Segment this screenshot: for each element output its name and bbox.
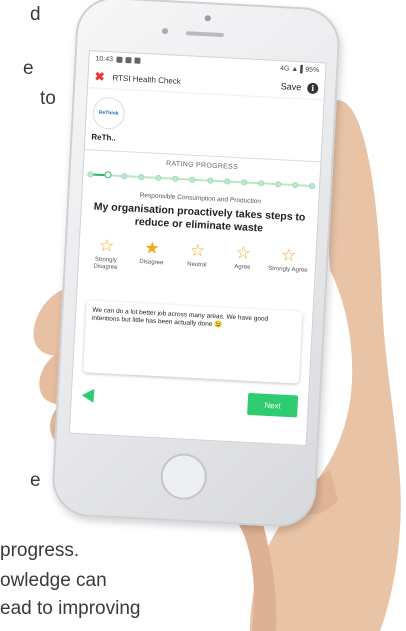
camera-icon (204, 15, 211, 22)
star-icon: ☆ (189, 240, 206, 261)
rating-label: Disagree (139, 259, 164, 267)
phone-screen: 10:43 4G ▲ ▌95% ✖ RTSI Health Check Save… (68, 50, 327, 447)
front-camera-icon (161, 27, 169, 35)
rating-option-neutral[interactable]: ☆ Neutral (174, 241, 220, 277)
notification-icon (124, 57, 132, 64)
progress-step (240, 179, 248, 186)
save-button[interactable]: Save (281, 81, 302, 92)
progress-step (308, 182, 316, 190)
progress-step (121, 172, 128, 180)
rating-label: Strongly Disagree (93, 256, 118, 271)
phone-device: 10:43 4G ▲ ▌95% ✖ RTSI Health Check Save… (50, 0, 342, 529)
progress-step (291, 181, 299, 189)
home-button[interactable] (159, 452, 208, 501)
rating-option-agree[interactable]: ☆ Agree (220, 243, 266, 279)
progress-step (138, 173, 145, 181)
star-icon: ☆ (280, 245, 297, 266)
rating-option-strongly-agree[interactable]: ☆ Strongly Agree (265, 245, 311, 282)
rating-option-disagree[interactable]: ★ Disagree (129, 238, 175, 275)
rating-label: Strongly Agree (268, 265, 308, 274)
next-button[interactable]: Next (247, 392, 299, 418)
speaker-grille (185, 31, 225, 38)
star-icon: ☆ (98, 235, 115, 256)
progress-step (172, 175, 179, 182)
organisation-logo: ReThink (91, 96, 126, 131)
progress-step-current (104, 171, 112, 179)
comment-textarea[interactable]: We can do a lot better job across many a… (83, 300, 302, 383)
info-icon[interactable]: i (306, 82, 319, 94)
back-arrow-icon[interactable] (81, 388, 95, 403)
app-title: RTSI Health Check (112, 72, 182, 86)
status-signal-battery: 4G ▲ ▌95% (279, 64, 320, 74)
rating-label: Agree (234, 264, 251, 271)
status-time: 10:43 (95, 54, 114, 63)
progress-step (206, 177, 213, 184)
rating-options: ☆ Strongly Disagree ★ Disagree ☆ Neutral… (82, 236, 311, 282)
navigation-bar: Next (71, 384, 308, 418)
progress-step (223, 178, 231, 185)
rating-label: Neutral (187, 261, 207, 269)
notification-icon (115, 56, 123, 63)
rating-option-strongly-disagree[interactable]: ☆ Strongly Disagree (83, 236, 129, 272)
progress-step (189, 176, 196, 183)
organisation-name: ReTh.. (91, 132, 117, 143)
close-icon[interactable]: ✖ (94, 69, 109, 84)
star-filled-icon: ★ (143, 238, 161, 259)
star-icon: ☆ (235, 243, 252, 263)
notification-icon (133, 57, 141, 64)
progress-step (257, 180, 265, 187)
organisation-block: ReThink ReTh.. (85, 88, 324, 157)
progress-step (274, 181, 282, 188)
progress-step (87, 171, 94, 178)
progress-step (155, 174, 162, 182)
